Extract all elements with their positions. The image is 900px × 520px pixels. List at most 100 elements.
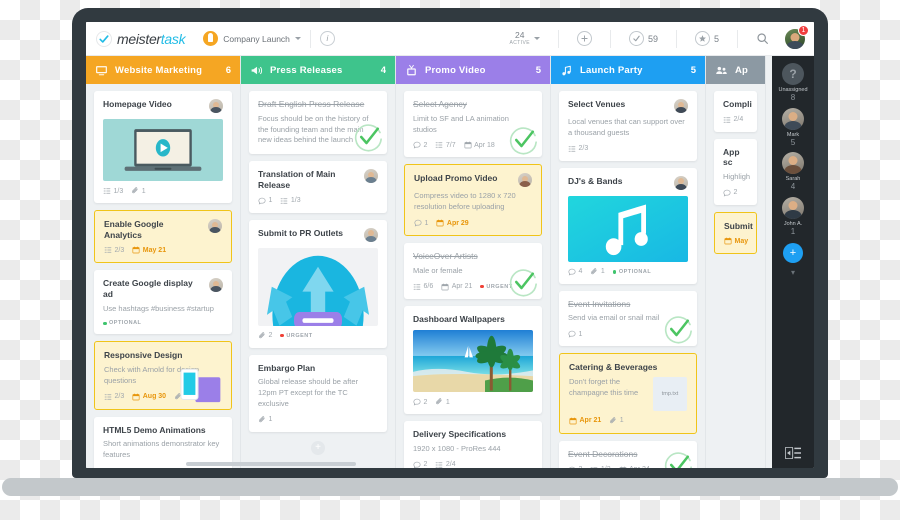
completed-filter[interactable]: 59 bbox=[620, 31, 667, 46]
calendar-icon bbox=[464, 141, 472, 149]
collapse-panel-button[interactable] bbox=[772, 447, 814, 459]
meta-value: 2 bbox=[268, 332, 273, 339]
starred-filter[interactable]: 5 bbox=[686, 31, 728, 46]
card-title: Dashboard Wallpapers bbox=[413, 313, 505, 324]
meta-value: Apr 24 bbox=[629, 466, 650, 468]
column-header[interactable]: Press Releases 4 bbox=[241, 56, 395, 84]
card-meta: 1/3OPTIONALURGENT bbox=[103, 467, 223, 469]
card-assignee-avatar[interactable] bbox=[209, 99, 223, 113]
task-card[interactable]: Compli 2/4 bbox=[714, 91, 757, 132]
comment-icon bbox=[568, 268, 576, 276]
card-title: DJ's & Bands bbox=[568, 175, 623, 186]
info-icon[interactable]: i bbox=[319, 31, 335, 46]
completed-check-icon bbox=[508, 267, 538, 297]
project-selector[interactable]: Company Launch bbox=[203, 31, 301, 46]
task-card[interactable]: Catering & Beverages Don't forget the cha… bbox=[559, 353, 697, 434]
member-filter-mark[interactable]: Mark 5 bbox=[778, 107, 807, 148]
card-tag-optional: OPTIONAL bbox=[103, 320, 141, 326]
card-meta-checklist: 1/3 bbox=[280, 197, 301, 205]
card-header: Create Google display ad bbox=[103, 278, 223, 299]
task-card[interactable]: Embargo Plan Global release should be aft… bbox=[249, 354, 387, 432]
attachment-icon bbox=[132, 187, 138, 194]
task-card[interactable]: Submit May bbox=[714, 211, 757, 255]
meta-value: 1/3 bbox=[290, 197, 301, 204]
card-meta: May bbox=[724, 237, 748, 245]
member-avatar bbox=[781, 107, 804, 130]
card-header: HTML5 Demo Animations bbox=[103, 425, 223, 436]
screen: meistertask Company Launch i 24 ACTIVE 5… bbox=[86, 22, 814, 468]
column-title: Promo Video bbox=[425, 64, 486, 76]
logo[interactable]: meistertask bbox=[96, 30, 186, 47]
task-card[interactable]: DJ's & Bands 4 1 OPTIONAL bbox=[559, 167, 697, 284]
task-card[interactable]: Event Decorations2 1/2 Apr 24 bbox=[559, 440, 697, 468]
task-card[interactable]: Dashboard Wallpapers 21 bbox=[404, 305, 542, 415]
question-mark-icon: ? bbox=[781, 63, 804, 85]
card-title: HTML5 Demo Animations bbox=[103, 424, 206, 435]
column-header[interactable]: Ap bbox=[706, 56, 765, 84]
member-filter-unassigned[interactable]: ? Unassigned 8 bbox=[778, 63, 808, 103]
task-card[interactable]: Select Agency Limit to SF and LA animatio… bbox=[404, 91, 542, 158]
user-menu[interactable]: 1 bbox=[784, 24, 809, 50]
add-member-button[interactable]: + bbox=[783, 243, 803, 264]
task-card[interactable]: Homepage Video 1/3 1 bbox=[94, 91, 232, 203]
card-description: 1920 x 1080 - ProRes 444 bbox=[413, 443, 501, 453]
divider bbox=[737, 29, 738, 48]
task-card[interactable]: VoiceOver Artists Male or female 6/6 Apr … bbox=[404, 243, 542, 299]
card-assignee-avatar[interactable] bbox=[674, 99, 688, 113]
add-task-button[interactable] bbox=[568, 31, 601, 46]
card-assignee-avatar[interactable] bbox=[208, 219, 222, 233]
task-card[interactable]: Enable Google Analytics 2/3 May 21 bbox=[94, 210, 232, 264]
task-card[interactable]: Upload Promo Video Compress video to 1280… bbox=[404, 164, 542, 237]
add-card-button[interactable]: + bbox=[311, 440, 325, 455]
card-assignee-avatar[interactable] bbox=[674, 175, 688, 190]
card-meta-calendar: Apr 24 bbox=[619, 466, 650, 468]
card-meta: 2/4 bbox=[723, 116, 748, 124]
column-header[interactable]: Website Marketing 6 bbox=[86, 56, 240, 84]
card-meta-comment: 2 bbox=[723, 189, 737, 197]
meta-value: 1 bbox=[445, 398, 450, 406]
attachment-thumbnail[interactable]: tmp.txt bbox=[653, 376, 687, 411]
meta-value: 4 bbox=[578, 268, 583, 276]
task-card[interactable]: Event Invitations Send via email or snail… bbox=[559, 290, 697, 347]
card-title: Upload Promo Video bbox=[414, 173, 498, 184]
member-filter-john-a[interactable]: John A. 1 bbox=[778, 196, 807, 237]
task-card[interactable]: HTML5 Demo Animations Short animations de… bbox=[94, 416, 232, 469]
card-meta-checklist: 1/2 bbox=[590, 466, 611, 468]
horizontal-scrollbar[interactable] bbox=[186, 462, 356, 466]
card-assignee-avatar[interactable] bbox=[209, 278, 223, 293]
member-avatar bbox=[781, 152, 804, 175]
meta-value: Apr 21 bbox=[579, 417, 602, 425]
column-header[interactable]: Promo Video 5 bbox=[396, 56, 550, 84]
card-assignee-avatar[interactable] bbox=[364, 169, 378, 184]
column-header[interactable]: Launch Party 5 bbox=[551, 56, 705, 84]
starred-count: 5 bbox=[713, 33, 719, 44]
task-card[interactable]: Translation of Main Release 1 1/3 bbox=[249, 161, 387, 213]
active-filter[interactable]: 24 ACTIVE bbox=[501, 31, 549, 46]
card-meta-attachment: 1 bbox=[435, 398, 450, 406]
meta-value: 1 bbox=[619, 417, 624, 425]
laptop-mockup: meistertask Company Launch i 24 ACTIVE 5… bbox=[2, 8, 898, 496]
chevron-down-icon[interactable]: ▾ bbox=[791, 268, 795, 277]
tv-icon bbox=[407, 64, 416, 75]
card-assignee-avatar[interactable] bbox=[364, 227, 378, 242]
task-card[interactable]: Draft English Press Release Focus should … bbox=[249, 91, 387, 155]
card-header: Submit bbox=[724, 221, 753, 232]
member-filter-sarah[interactable]: Sarah 4 bbox=[778, 152, 807, 192]
search-button[interactable] bbox=[747, 32, 778, 45]
members-list: ? Unassigned 8 Mark 5 Sarah 4 John A. 1 bbox=[778, 63, 808, 241]
task-card[interactable]: Create Google display ad Use hashtags #bu… bbox=[94, 270, 232, 335]
task-card[interactable]: Select Venues Local venues that can suppo… bbox=[559, 91, 697, 161]
checklist-icon bbox=[104, 394, 112, 400]
meta-value: 1 bbox=[141, 187, 146, 195]
task-card[interactable]: Delivery Specifications 1920 x 1080 - Pro… bbox=[404, 421, 542, 468]
card-meta-checklist: 2/4 bbox=[723, 116, 743, 124]
card-title: Embargo Plan bbox=[258, 362, 316, 373]
completed-check-icon bbox=[353, 122, 383, 152]
task-card[interactable]: Responsive Design Check with Arnold for d… bbox=[94, 341, 232, 410]
attachment-icon bbox=[258, 331, 265, 338]
task-card[interactable]: App sc Highligh 2 bbox=[714, 138, 757, 205]
tag-dot bbox=[480, 284, 484, 289]
task-card[interactable]: Submit to PR Outlets 2 URGENT bbox=[249, 219, 387, 348]
board: Website Marketing 6 Homepage Video 1/3 1 Ena… bbox=[86, 56, 814, 468]
card-assignee-avatar[interactable] bbox=[518, 173, 532, 188]
